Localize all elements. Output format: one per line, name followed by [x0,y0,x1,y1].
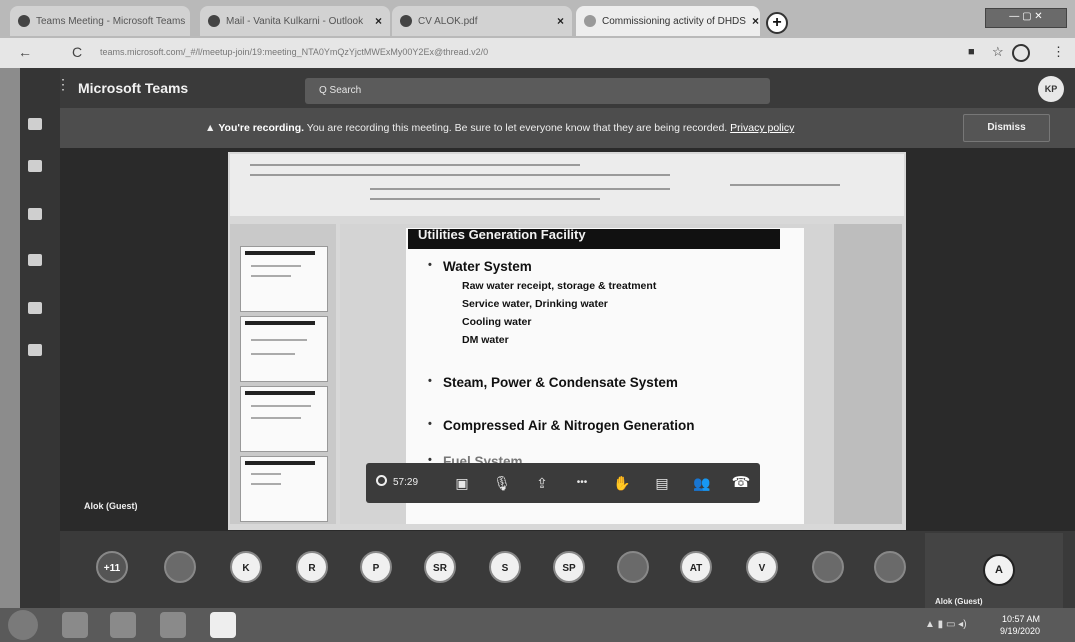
participant-avatar[interactable]: SP [553,551,585,583]
notes-panel [834,224,902,524]
menu-icon[interactable]: ⋮ [1052,44,1065,60]
tab-label: Commissioning activity of DHDS [602,15,746,27]
meetings-icon[interactable] [28,302,42,314]
outlook-favicon-icon [208,15,220,27]
pdf-favicon-icon [400,15,412,27]
participant-avatar[interactable]: AT [680,551,712,583]
overflow-participants[interactable]: +11 [96,551,128,583]
participant-avatar[interactable]: K [230,551,262,583]
window-controls[interactable]: — ▢ ✕ [985,8,1067,28]
url-field[interactable]: teams.microsoft.com/_#/l/meetup-join/19:… [100,47,700,63]
sub-bullet: Cooling water [462,316,532,328]
camera-toggle-icon[interactable]: ▣ [450,473,474,493]
participant-avatar-photo[interactable] [874,551,906,583]
chat-toggle-icon[interactable]: ▤ [650,473,674,493]
app-title: Microsoft Teams [78,80,189,96]
left-rail [20,68,60,608]
media-player-icon[interactable] [160,612,186,638]
loading-favicon-icon [584,15,596,27]
tab-label: CV ALOK.pdf [418,15,478,27]
recording-message: You are recording this meeting. Be sure … [304,122,731,134]
slide-thumbnail[interactable] [240,316,328,382]
close-tab-icon[interactable]: × [752,14,759,28]
browser-tab-commissioning[interactable]: Commissioning activity of DHDS × [576,6,760,36]
participant-avatar[interactable]: SR [424,551,456,583]
activity-icon[interactable] [28,118,42,130]
participant-name-label: Alok (Guest) [84,501,138,511]
mic-toggle-icon[interactable]: 🎙 [490,473,514,493]
profile-icon[interactable] [1012,44,1030,62]
hang-up-button[interactable]: ☎ [728,473,754,493]
share-screen-icon[interactable]: ⇪ [530,473,554,493]
participant-avatar[interactable]: P [360,551,392,583]
sub-bullet: Raw water receipt, storage & treatment [462,280,657,292]
calls-icon[interactable] [28,344,42,356]
new-tab-button[interactable]: + [766,12,788,34]
system-tray[interactable]: ▲ ▮ ▭ ◂) [925,619,967,630]
powerpoint-ribbon [230,154,904,216]
participants-icon[interactable]: 👥 [690,473,714,493]
warning-icon: ▲ [205,122,219,134]
reload-icon[interactable]: C [72,44,82,60]
bullet-steam-power: Steam, Power & Condensate System [428,375,678,390]
sub-bullet: DM water [462,334,509,346]
privacy-policy-link[interactable]: Privacy policy [730,122,794,134]
chat-icon[interactable] [28,160,42,172]
ie-icon[interactable] [62,612,88,638]
bullet-water-system: Water System [428,259,532,274]
self-avatar: A [983,554,1015,586]
slide-thumbnail[interactable] [240,456,328,522]
taskbar-clock[interactable]: 10:57 AM 9/19/2020 [1000,613,1040,637]
file-explorer-icon[interactable] [110,612,136,638]
tab-label: Teams Meeting - Microsoft Teams [36,15,186,27]
close-tab-icon[interactable]: × [375,14,382,28]
dismiss-button[interactable]: Dismiss [963,114,1050,142]
recording-dot-icon [376,475,387,486]
user-avatar[interactable]: KP [1038,76,1064,102]
timer-value: 57:29 [393,477,419,488]
teams-icon[interactable] [28,208,42,220]
calendar-icon[interactable] [28,254,42,266]
back-icon[interactable]: ← [18,44,32,60]
browser-tab-teams[interactable]: Teams Meeting - Microsoft Teams × [10,6,190,36]
participant-avatar[interactable]: R [296,551,328,583]
more-options-icon[interactable]: ••• [570,473,594,493]
slide-thumbnail[interactable] [240,386,328,452]
participant-avatar[interactable]: S [489,551,521,583]
participant-avatar-photo[interactable] [812,551,844,583]
raise-hand-icon[interactable]: ✋ [610,473,634,493]
slide-thumbnail[interactable] [240,246,328,312]
recording-bold: You're recording. [218,122,305,134]
self-name-label: Alok (Guest) [935,597,983,606]
sub-bullet: Service water, Drinking water [462,298,608,310]
recording-notice: ▲ You're recording. You are recording th… [205,122,794,134]
search-input[interactable]: Q Search [305,78,770,104]
tab-label: Mail - Vanita Kulkarni - Outlook [226,15,364,27]
browser-tab-cv-pdf[interactable]: CV ALOK.pdf × [392,6,572,36]
chrome-icon[interactable] [210,612,236,638]
clock-date: 9/19/2020 [1000,626,1041,636]
start-button[interactable] [8,610,38,640]
camera-icon[interactable]: ■ [968,46,975,58]
browser-tab-outlook[interactable]: Mail - Vanita Kulkarni - Outlook × [200,6,390,36]
star-icon[interactable]: ☆ [992,44,1004,60]
clock-time: 10:57 AM [1002,614,1041,624]
participant-avatar[interactable]: V [746,551,778,583]
participant-avatar-photo[interactable] [617,551,649,583]
close-tab-icon[interactable]: × [557,14,564,28]
meeting-timer: 57:29 [376,475,418,488]
bullet-compressed-air: Compressed Air & Nitrogen Generation [428,418,695,433]
teams-favicon-icon [18,15,30,27]
slide-title: Utilities Generation Facility [418,227,586,242]
participant-avatar-photo[interactable] [164,551,196,583]
